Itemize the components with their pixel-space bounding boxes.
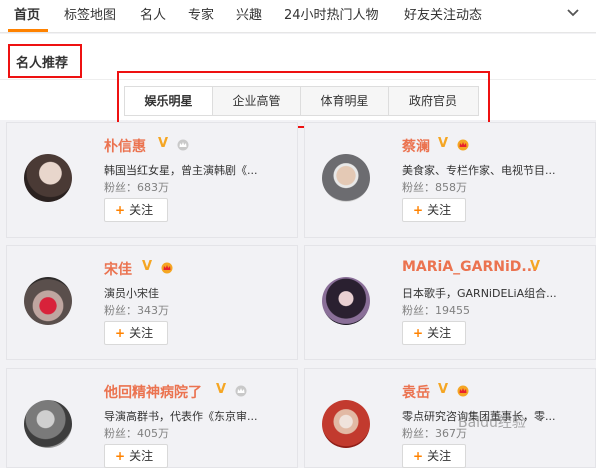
avatar[interactable]: [322, 277, 370, 325]
follow-button[interactable]: + 关注: [402, 444, 466, 468]
user-card: 蔡澜 V 美食家、专栏作家、电视节目... 粉丝：858万 + 关注: [304, 122, 596, 238]
fan-count: 粉丝：858万: [402, 181, 467, 194]
nav-item-experts[interactable]: 专家: [188, 4, 214, 23]
user-description: 导演高群书，代表作《东京审...: [104, 410, 258, 423]
nav-item-celebrities[interactable]: 名人: [140, 4, 166, 23]
nav-item-24h-hot[interactable]: 24小时热门人物: [284, 4, 379, 23]
crown-gray-icon: [235, 385, 247, 397]
follow-label: 关注: [427, 326, 452, 340]
user-card: 朴信惠 V 韩国当红女星，曾主演韩剧《... 粉丝：683万 + 关注: [6, 122, 298, 238]
user-card: 宋佳 V 演员小宋佳 粉丝：343万 + 关注: [6, 245, 298, 360]
user-name[interactable]: 他回精神病院了: [104, 382, 202, 402]
user-description: 韩国当红女星，曾主演韩剧《...: [104, 164, 258, 177]
follow-label: 关注: [427, 203, 452, 217]
plus-icon: +: [413, 326, 424, 340]
user-description: 演员小宋佳: [104, 287, 159, 300]
verified-v-icon: V: [142, 259, 153, 274]
verified-v-icon: V: [216, 382, 227, 397]
follow-label: 关注: [129, 449, 154, 463]
plus-icon: +: [115, 326, 126, 340]
follow-button[interactable]: + 关注: [402, 321, 466, 345]
follow-label: 关注: [427, 449, 452, 463]
follow-button[interactable]: + 关注: [104, 444, 168, 468]
fan-count: 粉丝：343万: [104, 304, 169, 317]
plus-icon: +: [413, 449, 424, 463]
user-name[interactable]: MARiA_GARNiD...: [402, 259, 537, 275]
plus-icon: +: [115, 203, 126, 217]
top-nav: 首页 标签地图 名人 专家 兴趣 24小时热门人物 好友关注动态: [0, 0, 596, 33]
user-name[interactable]: 蔡澜: [402, 136, 430, 156]
follow-label: 关注: [129, 326, 154, 340]
avatar[interactable]: [322, 154, 370, 202]
follow-button[interactable]: + 关注: [402, 198, 466, 222]
page: 首页 标签地图 名人 专家 兴趣 24小时热门人物 好友关注动态 名人推荐 娱乐…: [0, 0, 596, 468]
verified-v-icon: V: [438, 136, 449, 151]
nav-active-underline: [8, 29, 48, 32]
watermark: Baidu经验: [458, 415, 526, 431]
plus-icon: +: [413, 203, 424, 217]
user-description: 日本歌手，GARNiDELiA组合...: [402, 287, 557, 300]
highlight-box-tabs: [117, 71, 490, 128]
avatar[interactable]: [24, 400, 72, 448]
nav-item-tag-map[interactable]: 标签地图: [64, 4, 116, 23]
user-name[interactable]: 袁岳: [402, 382, 430, 402]
avatar[interactable]: [322, 400, 370, 448]
fan-count: 粉丝：683万: [104, 181, 169, 194]
user-description: 美食家、专栏作家、电视节目...: [402, 164, 556, 177]
user-card: MARiA_GARNiD... V 日本歌手，GARNiDELiA组合... 粉…: [304, 245, 596, 360]
follow-button[interactable]: + 关注: [104, 198, 168, 222]
user-name[interactable]: 宋佳: [104, 259, 132, 279]
chevron-down-icon[interactable]: [566, 6, 580, 20]
plus-icon: +: [115, 449, 126, 463]
fan-count: 粉丝：19455: [402, 304, 470, 317]
user-card: 袁岳 V 零点研究咨询集团董事长，零... 粉丝：367万 + 关注: [304, 368, 596, 468]
verified-v-icon: V: [438, 382, 449, 397]
verified-v-icon: V: [530, 259, 541, 274]
crown-gold-icon: [457, 385, 469, 397]
nav-item-friend-activity[interactable]: 好友关注动态: [404, 4, 482, 23]
user-name[interactable]: 朴信惠: [104, 136, 146, 156]
avatar[interactable]: [24, 277, 72, 325]
crown-gray-icon: [177, 139, 189, 151]
follow-button[interactable]: + 关注: [104, 321, 168, 345]
avatar[interactable]: [24, 154, 72, 202]
nav-item-home[interactable]: 首页: [14, 4, 40, 23]
fan-count: 粉丝：405万: [104, 427, 169, 440]
highlight-box-title: [8, 44, 82, 78]
crown-gold-icon: [457, 139, 469, 151]
nav-item-interests[interactable]: 兴趣: [236, 4, 262, 23]
verified-v-icon: V: [158, 136, 169, 151]
user-card: 他回精神病院了 V 导演高群书，代表作《东京审... 粉丝：405万 + 关注: [6, 368, 298, 468]
crown-gold-icon: [161, 262, 173, 274]
follow-label: 关注: [129, 203, 154, 217]
